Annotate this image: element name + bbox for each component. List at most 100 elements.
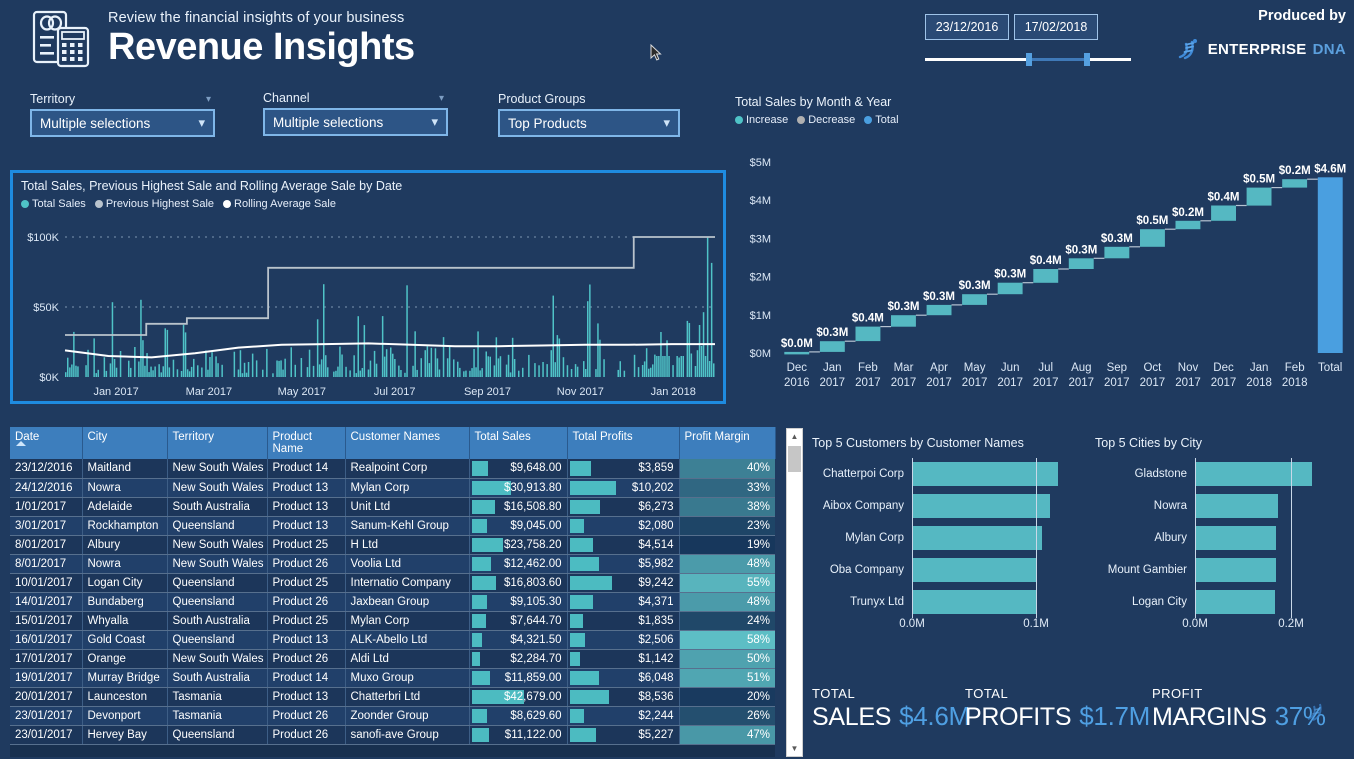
bar[interactable] bbox=[912, 526, 1043, 550]
chevron-down-icon[interactable]: ▾ bbox=[206, 94, 211, 105]
bar-track bbox=[1195, 522, 1345, 554]
cell-date: 23/01/2017 bbox=[10, 706, 83, 726]
chevron-down-icon[interactable]: ▼ bbox=[787, 741, 802, 756]
column-header-total-profits[interactable]: Total Profits bbox=[567, 427, 680, 459]
slider-handle-end[interactable] bbox=[1084, 53, 1090, 66]
data-bar bbox=[471, 651, 480, 666]
table-row[interactable]: 23/01/2017 Hervey Bay Queensland Product 26… bbox=[10, 725, 775, 745]
scrollbar-thumb[interactable] bbox=[788, 446, 801, 472]
top5-cities-chart[interactable]: Gladstone Nowra Albury Mount Gambier Logan C… bbox=[1095, 458, 1345, 634]
bar[interactable] bbox=[912, 590, 1036, 614]
table-row[interactable]: 23/12/2016 Maitland New South Wales Product… bbox=[10, 459, 775, 479]
bar[interactable] bbox=[1195, 462, 1312, 486]
bar-chart-row[interactable]: Nowra bbox=[1095, 490, 1345, 522]
data-bar bbox=[471, 461, 488, 476]
table-row[interactable]: 23/01/2017 Devonport Tasmania Product 26 Zoo… bbox=[10, 706, 775, 726]
svg-text:2017: 2017 bbox=[1140, 377, 1166, 389]
chevron-up-icon[interactable]: ▲ bbox=[787, 429, 802, 444]
top5-customers-chart[interactable]: Chatterpoi Corp Aibox Company Mylan Corp Ob… bbox=[812, 458, 1074, 634]
bar-chart-row[interactable]: Chatterpoi Corp bbox=[812, 458, 1074, 490]
axis-gridline bbox=[1195, 586, 1196, 618]
top5-cities-panel[interactable]: Top 5 Cities by City Gladstone Nowra Albur… bbox=[1095, 436, 1345, 641]
svg-text:$50K: $50K bbox=[33, 302, 59, 314]
table-row[interactable]: 19/01/2017 Murray Bridge South Australia Pr… bbox=[10, 668, 775, 688]
data-bar bbox=[471, 537, 504, 552]
svg-text:$0.3M: $0.3M bbox=[923, 291, 955, 303]
svg-text:2017: 2017 bbox=[820, 377, 846, 389]
bar-track bbox=[1195, 586, 1345, 618]
line-chart-plot[interactable]: $0K $50K $100K Jan 2017 Mar 2017 May 2017 Jul … bbox=[19, 219, 719, 401]
bar[interactable] bbox=[912, 494, 1050, 518]
legend-item-decrease[interactable]: Decrease bbox=[797, 114, 855, 126]
bar[interactable] bbox=[1195, 590, 1275, 614]
bar-chart-row[interactable]: Logan City bbox=[1095, 586, 1345, 618]
date-start-input[interactable]: 23/12/2016 bbox=[925, 14, 1009, 40]
bar-chart-row[interactable]: Mount Gambier bbox=[1095, 554, 1345, 586]
table-row[interactable]: 16/01/2017 Gold Coast Queensland Product 13… bbox=[10, 630, 775, 650]
date-end-input[interactable]: 17/02/2018 bbox=[1014, 14, 1098, 40]
table-row[interactable]: 24/12/2016 Nowra New South Wales Product 13… bbox=[10, 478, 775, 498]
cell-territory: New South Wales bbox=[167, 649, 268, 669]
kpi-profit-margins[interactable]: PROFIT MARGINS 37% bbox=[1152, 686, 1326, 732]
column-header-total-sales[interactable]: Total Sales bbox=[469, 427, 568, 459]
column-header-date[interactable]: Date bbox=[10, 427, 83, 459]
bar-chart-row[interactable]: Oba Company bbox=[812, 554, 1074, 586]
data-bar bbox=[471, 575, 496, 590]
sort-ascending-icon[interactable] bbox=[16, 441, 26, 446]
table-row[interactable]: 3/01/2017 Rockhampton Queensland Product 13… bbox=[10, 516, 775, 536]
slicer-channel[interactable]: Channel ▾ Multiple selections ▾ bbox=[263, 91, 448, 136]
table-row[interactable]: 10/01/2017 Logan City Queensland Product 25… bbox=[10, 573, 775, 593]
table-row[interactable]: 20/01/2017 Launceston Tasmania Product 13 Ch… bbox=[10, 687, 775, 707]
column-header-profit-margin[interactable]: Profit Margin bbox=[679, 427, 776, 459]
bar-chart-row[interactable]: Albury bbox=[1095, 522, 1345, 554]
legend-item-rolling-average-sale[interactable]: Rolling Average Sale bbox=[223, 198, 336, 210]
line-chart-panel[interactable]: Total Sales, Previous Highest Sale and R… bbox=[10, 170, 726, 404]
cell-profit-margin: 26% bbox=[679, 706, 775, 726]
cell-date: 23/12/2016 bbox=[10, 459, 83, 479]
table-scrollbar[interactable]: ▲ ▼ bbox=[786, 428, 803, 757]
kpi-total-sales[interactable]: TOTAL SALES $4.6M bbox=[812, 686, 970, 732]
slicer-channel-dropdown[interactable]: Multiple selections ▾ bbox=[263, 108, 448, 136]
slicer-product-groups-dropdown[interactable]: Top Products ▾ bbox=[498, 109, 680, 137]
waterfall-chart-panel[interactable]: Total Sales by Month & Year Increase Dec… bbox=[735, 95, 1354, 405]
slicer-territory[interactable]: Territory ▾ Multiple selections ▾ bbox=[30, 92, 215, 137]
cell-date: 3/01/2017 bbox=[10, 516, 83, 536]
bar-chart-row[interactable]: Trunyx Ltd bbox=[812, 586, 1074, 618]
chevron-down-icon[interactable]: ▾ bbox=[439, 93, 444, 104]
table-row[interactable]: 14/01/2017 Bundaberg Queensland Product 26 J… bbox=[10, 592, 775, 612]
table-row[interactable]: 8/01/2017 Albury New South Wales Product 25… bbox=[10, 535, 775, 555]
bar[interactable] bbox=[1195, 558, 1276, 582]
top5-customers-panel[interactable]: Top 5 Customers by Customer Names Chatte… bbox=[812, 436, 1074, 641]
table-row[interactable]: 17/01/2017 Orange New South Wales Product 2… bbox=[10, 649, 775, 669]
bar-chart-row[interactable]: Mylan Corp bbox=[812, 522, 1074, 554]
legend-label: Total Sales bbox=[32, 198, 86, 210]
slicer-territory-dropdown[interactable]: Multiple selections ▾ bbox=[30, 109, 215, 137]
legend-item-previous-highest-sale[interactable]: Previous Highest Sale bbox=[94, 198, 214, 210]
legend-item-total-sales[interactable]: Total Sales bbox=[21, 198, 86, 210]
legend-item-increase[interactable]: Increase bbox=[735, 114, 788, 126]
slicer-product-groups[interactable]: Product Groups Top Products ▾ bbox=[498, 92, 680, 137]
chevron-down-icon[interactable]: ▾ bbox=[198, 115, 205, 131]
column-header-city[interactable]: City bbox=[82, 427, 168, 459]
date-range-slicer[interactable]: 23/12/2016 17/02/2018 bbox=[922, 14, 1134, 66]
cell-territory: South Australia bbox=[167, 668, 268, 688]
bar-chart-row[interactable]: Aibox Company bbox=[812, 490, 1074, 522]
kpi-total-profits[interactable]: TOTAL PROFITS $1.7M bbox=[965, 686, 1150, 732]
slider-handle-start[interactable] bbox=[1026, 53, 1032, 66]
table-row[interactable]: 15/01/2017 Whyalla South Australia Product … bbox=[10, 611, 775, 631]
axis-gridline bbox=[912, 522, 913, 554]
data-table-panel[interactable]: Date City Territory Product Name Custome… bbox=[10, 427, 776, 757]
bar-chart-row[interactable]: Gladstone bbox=[1095, 458, 1345, 490]
waterfall-chart-plot[interactable]: $0M $1M $2M $3M $4M $5M $0.0M Dec 2016 $0.3M Jan 20… bbox=[735, 140, 1354, 405]
column-header-customer-names[interactable]: Customer Names bbox=[345, 427, 470, 459]
table-row[interactable]: 1/01/2017 Adelaide South Australia Product … bbox=[10, 497, 775, 517]
chevron-down-icon[interactable]: ▾ bbox=[431, 114, 438, 130]
column-header-territory[interactable]: Territory bbox=[167, 427, 268, 459]
table-row[interactable]: 8/01/2017 Nowra New South Wales Product 26 V… bbox=[10, 554, 775, 574]
column-header-product-name[interactable]: Product Name bbox=[267, 427, 346, 459]
bar[interactable] bbox=[1195, 526, 1276, 550]
chevron-down-icon[interactable]: ▾ bbox=[663, 115, 670, 131]
legend-item-total[interactable]: Total bbox=[864, 114, 899, 126]
bar[interactable] bbox=[912, 558, 1036, 582]
bar[interactable] bbox=[1195, 494, 1278, 518]
